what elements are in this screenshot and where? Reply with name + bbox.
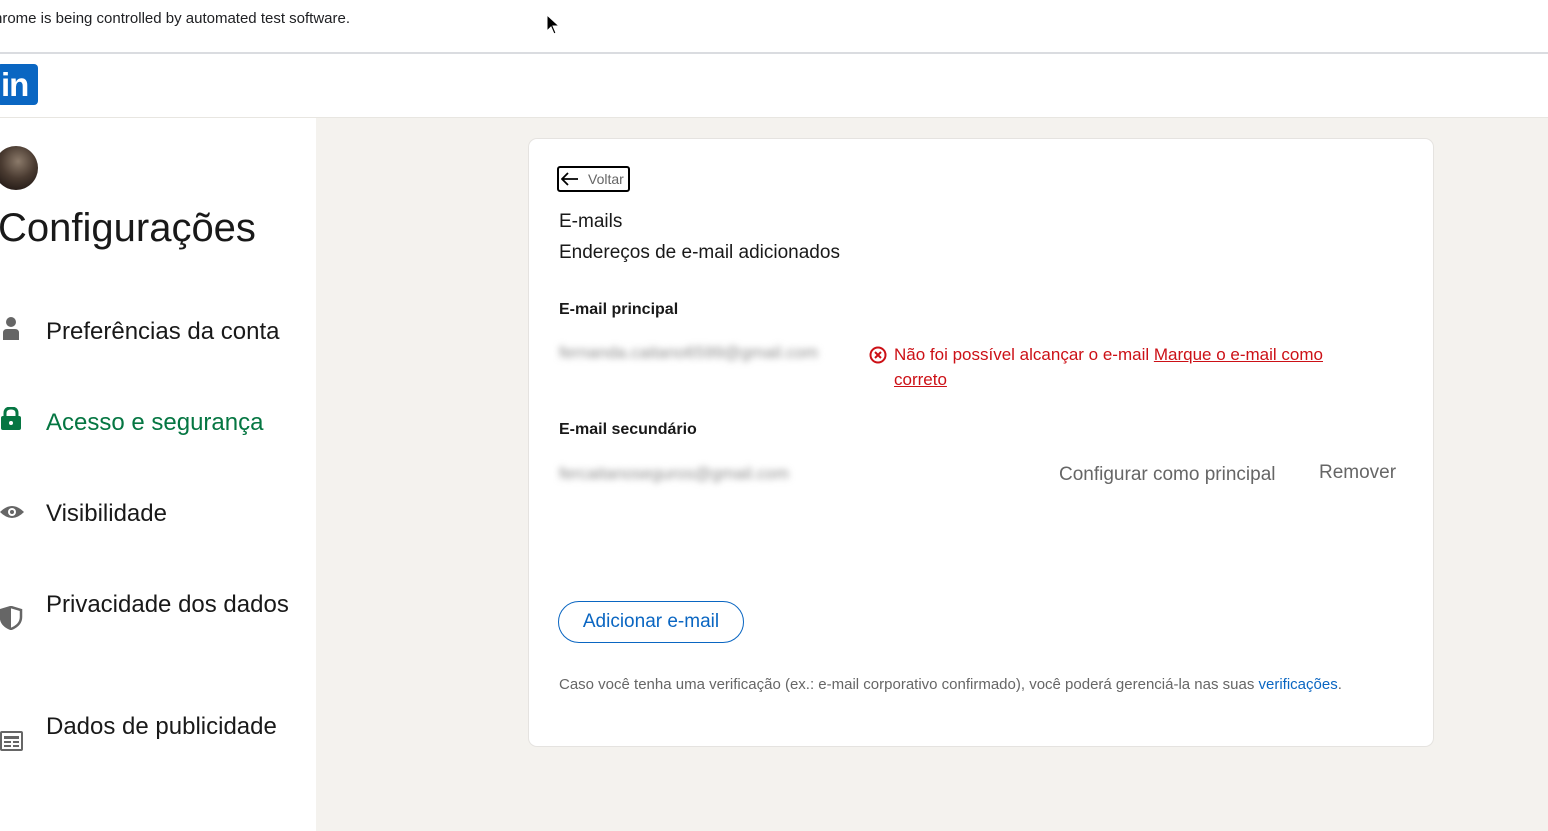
arrow-left-icon (561, 172, 578, 186)
card-title: E-mails (559, 211, 623, 232)
emails-card: Voltar E-mails Endereços de e-mail adici… (529, 139, 1433, 746)
automation-banner: hrome is being controlled by automated t… (0, 0, 1548, 54)
secondary-email-value: fercaitanoseguros@gmail.com (559, 464, 789, 483)
secondary-email-label: E-mail secundário (559, 421, 697, 438)
settings-sidebar: Configurações Preferências da conta Aces… (0, 118, 316, 831)
set-primary-button[interactable]: Configurar como principal (1059, 464, 1276, 486)
linkedin-logo[interactable]: in (0, 64, 38, 105)
back-button[interactable]: Voltar (557, 166, 630, 192)
verification-footnote: Caso você tenha uma verificação (ex.: e-… (559, 674, 1379, 695)
verifications-link[interactable]: verificações (1259, 676, 1338, 693)
footnote-text: Caso você tenha uma verificação (ex.: e-… (559, 676, 1259, 693)
app-header: in (0, 56, 1548, 118)
sidebar-item-label: Privacidade dos dados (46, 591, 289, 618)
primary-email-value: fernanda.caitano6599@gmail.com (559, 343, 819, 362)
lock-icon (1, 407, 21, 430)
primary-email-label: E-mail principal (559, 301, 679, 318)
add-email-button[interactable]: Adicionar e-mail (558, 601, 744, 643)
main-content: Voltar E-mails Endereços de e-mail adici… (316, 118, 1548, 831)
error-message: Não foi possível alcançar o e-mail (894, 345, 1150, 364)
sidebar-item-label: Dados de publicidade (46, 713, 277, 740)
sidebar-item-label: Preferências da conta (46, 318, 280, 345)
person-icon (3, 317, 19, 340)
remove-button[interactable]: Remover (1319, 462, 1396, 484)
page-title: Configurações (0, 206, 256, 250)
primary-email-error: Não foi possível alcançar o e-mail Marqu… (869, 342, 1349, 392)
mouse-cursor-icon (546, 14, 561, 35)
error-icon (869, 346, 887, 364)
ad-icon (0, 731, 23, 751)
footnote-end: . (1337, 676, 1342, 693)
card-subtitle: Endereços de e-mail adicionados (559, 242, 840, 263)
automation-message: hrome is being controlled by automated t… (0, 10, 351, 27)
back-button-label: Voltar (588, 171, 624, 187)
eye-icon (0, 506, 24, 518)
sidebar-item-label: Acesso e segurança (46, 409, 264, 436)
avatar[interactable] (0, 146, 38, 190)
shield-icon (0, 606, 23, 630)
sidebar-item-label: Visibilidade (46, 500, 167, 527)
